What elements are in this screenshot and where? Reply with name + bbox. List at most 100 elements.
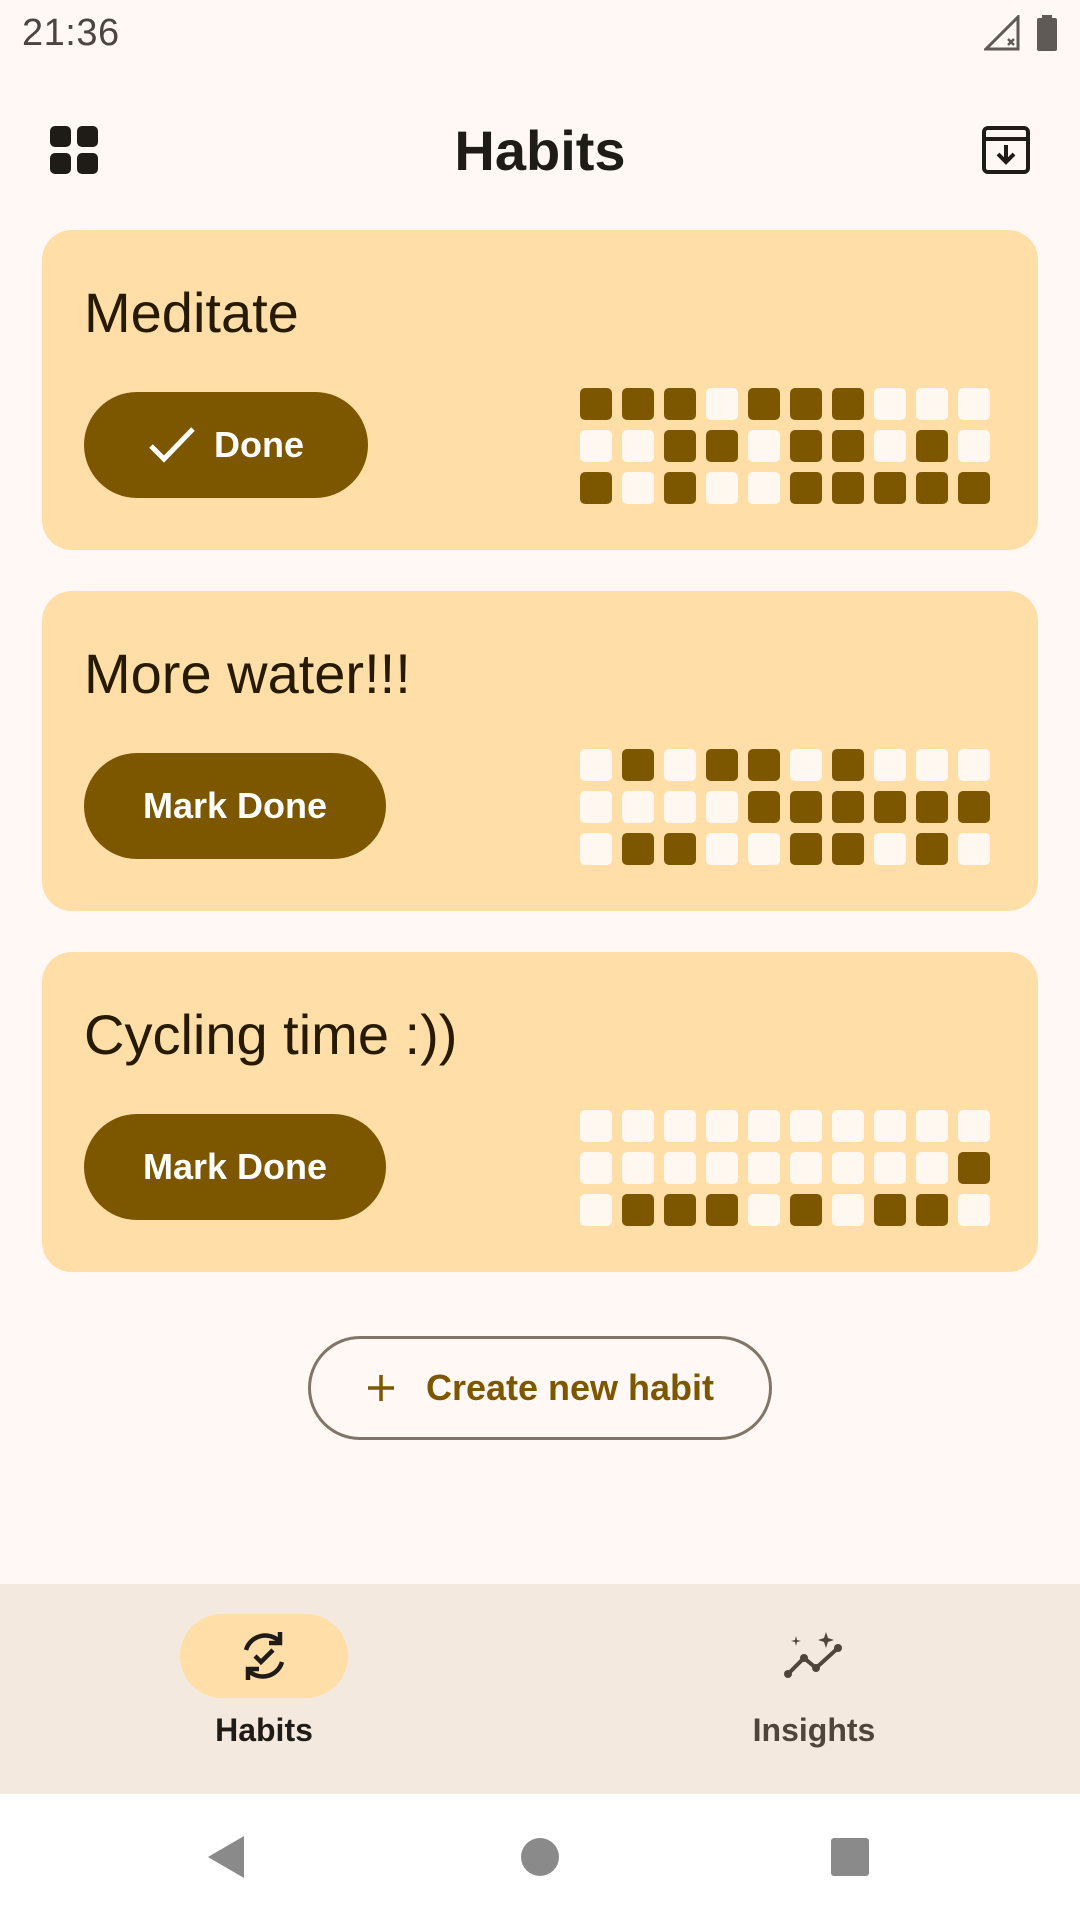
grid-view-icon xyxy=(50,126,98,174)
archive-button[interactable] xyxy=(966,110,1046,190)
page-title: Habits xyxy=(454,118,626,182)
habit-history-grid xyxy=(580,749,990,865)
history-cell-done xyxy=(916,1194,948,1226)
history-cell-done xyxy=(790,1194,822,1226)
insights-sparkle-icon xyxy=(784,1632,842,1678)
history-cell-empty xyxy=(622,1110,654,1142)
history-cell-empty xyxy=(790,1152,822,1184)
history-cell-done xyxy=(622,833,654,865)
history-cell-done xyxy=(790,833,822,865)
history-cell-empty xyxy=(874,430,906,462)
history-cell-done xyxy=(958,791,990,823)
top-app-bar: Habits xyxy=(0,100,1080,200)
home-button[interactable] xyxy=(480,1794,600,1920)
history-cell-empty xyxy=(790,1110,822,1142)
sync-check-icon xyxy=(243,1632,285,1680)
history-cell-empty xyxy=(580,1110,612,1142)
history-cell-empty xyxy=(916,749,948,781)
history-cell-done xyxy=(790,472,822,504)
habit-card[interactable]: More water!!! Mark Done xyxy=(42,591,1038,911)
back-triangle-icon xyxy=(208,1836,244,1878)
nav-item-habits[interactable]: Habits xyxy=(114,1614,414,1774)
history-cell-empty xyxy=(706,1110,738,1142)
history-cell-empty xyxy=(748,1194,780,1226)
history-cell-empty xyxy=(580,1152,612,1184)
history-cell-done xyxy=(622,749,654,781)
habit-card[interactable]: Cycling time :)) Mark Done xyxy=(42,952,1038,1272)
history-cell-empty xyxy=(916,1110,948,1142)
history-cell-done xyxy=(706,749,738,781)
history-cell-empty xyxy=(958,1194,990,1226)
done-button[interactable]: Done xyxy=(84,392,368,498)
history-cell-done xyxy=(580,388,612,420)
history-cell-done xyxy=(874,791,906,823)
recents-button[interactable] xyxy=(790,1794,910,1920)
history-cell-done xyxy=(706,430,738,462)
check-icon xyxy=(149,427,195,463)
status-icons xyxy=(984,15,1058,51)
history-cell-done xyxy=(664,472,696,504)
nav-label-habits: Habits xyxy=(215,1712,313,1748)
history-cell-empty xyxy=(874,1152,906,1184)
history-cell-done xyxy=(874,472,906,504)
history-cell-empty xyxy=(664,1110,696,1142)
history-cell-empty xyxy=(622,1152,654,1184)
mark-done-label: Mark Done xyxy=(142,1146,328,1187)
habit-card[interactable]: Meditate Done xyxy=(42,230,1038,550)
system-navigation-bar xyxy=(0,1794,1080,1920)
history-cell-empty xyxy=(580,791,612,823)
history-cell-done xyxy=(916,472,948,504)
status-bar: 21:36 xyxy=(0,0,1080,66)
history-cell-empty xyxy=(874,833,906,865)
history-cell-empty xyxy=(580,833,612,865)
history-cell-done xyxy=(790,430,822,462)
back-button[interactable] xyxy=(166,1794,286,1920)
archive-download-icon xyxy=(982,126,1030,174)
history-cell-empty xyxy=(580,1194,612,1226)
habit-history-grid xyxy=(580,388,990,504)
habit-title: Meditate xyxy=(84,281,299,344)
recents-square-icon xyxy=(831,1838,869,1876)
history-cell-empty xyxy=(748,472,780,504)
nav-indicator xyxy=(730,1614,898,1698)
history-cell-empty xyxy=(622,472,654,504)
history-cell-empty xyxy=(664,791,696,823)
nav-item-insights[interactable]: Insights xyxy=(664,1614,964,1774)
plus-icon xyxy=(367,1375,394,1401)
status-time: 21:36 xyxy=(22,11,120,54)
habit-title: More water!!! xyxy=(84,642,411,705)
history-cell-empty xyxy=(706,472,738,504)
history-cell-done xyxy=(874,1194,906,1226)
history-cell-empty xyxy=(748,833,780,865)
create-habit-button[interactable]: Create new habit xyxy=(308,1336,772,1440)
history-cell-done xyxy=(580,472,612,504)
mark-done-button[interactable]: Mark Done xyxy=(84,753,386,859)
history-cell-empty xyxy=(748,1110,780,1142)
history-cell-done xyxy=(790,388,822,420)
mark-done-button[interactable]: Mark Done xyxy=(84,1114,386,1220)
history-cell-done xyxy=(832,833,864,865)
home-circle-icon xyxy=(521,1838,559,1876)
history-cell-empty xyxy=(706,388,738,420)
history-cell-done xyxy=(916,833,948,865)
history-cell-empty xyxy=(580,749,612,781)
history-cell-done xyxy=(832,749,864,781)
history-cell-done xyxy=(664,1194,696,1226)
history-cell-empty xyxy=(832,1152,864,1184)
menu-button[interactable] xyxy=(34,110,114,190)
history-cell-empty xyxy=(958,1110,990,1142)
history-cell-done xyxy=(622,388,654,420)
history-cell-empty xyxy=(790,749,822,781)
history-cell-done xyxy=(958,1152,990,1184)
history-cell-empty xyxy=(622,791,654,823)
history-cell-empty xyxy=(958,833,990,865)
history-cell-empty xyxy=(664,1152,696,1184)
history-cell-empty xyxy=(916,1152,948,1184)
history-cell-empty xyxy=(958,388,990,420)
history-cell-done xyxy=(790,791,822,823)
history-cell-done xyxy=(664,833,696,865)
nav-label-insights: Insights xyxy=(752,1712,876,1748)
history-cell-done xyxy=(664,388,696,420)
history-cell-empty xyxy=(832,1194,864,1226)
history-cell-done xyxy=(832,791,864,823)
